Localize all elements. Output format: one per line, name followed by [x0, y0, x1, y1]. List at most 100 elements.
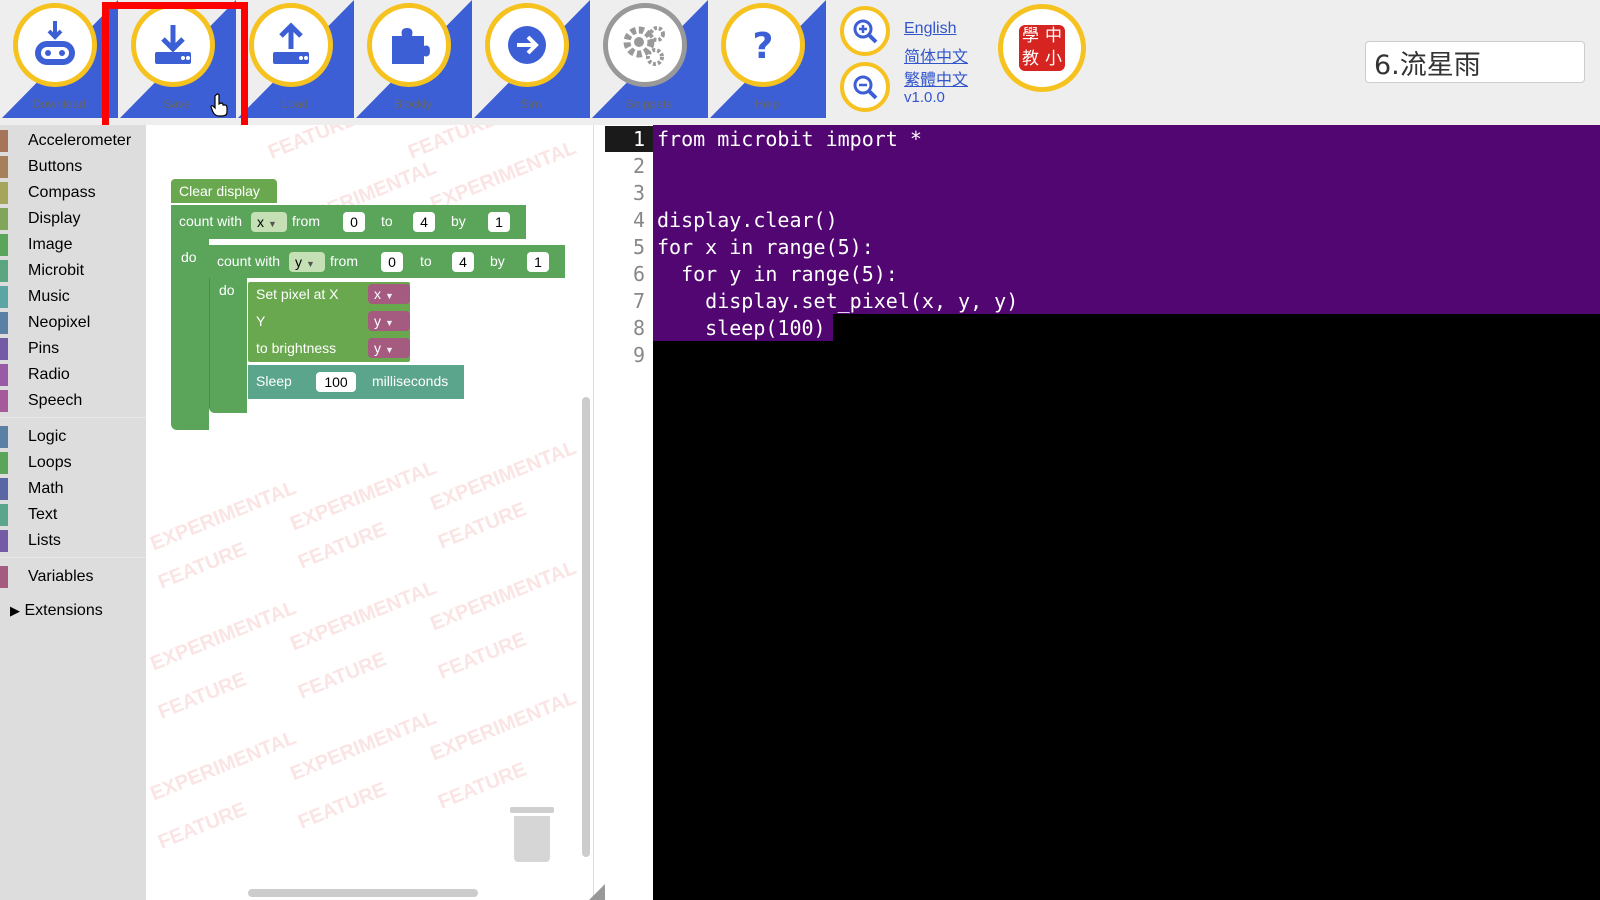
category-loops[interactable]: Loops: [0, 450, 146, 476]
blockly-button[interactable]: Blockly: [354, 0, 472, 125]
sleep-block[interactable]: Sleep 100 milliseconds: [248, 365, 464, 399]
chevron-down-icon: ▼: [306, 259, 315, 269]
line-number: 4: [632, 208, 645, 232]
help-button[interactable]: ? Help: [708, 0, 826, 125]
category-text[interactable]: Text: [0, 502, 146, 528]
project-name-input[interactable]: [1365, 41, 1585, 83]
outer-count-loop-block[interactable]: count with x ▼ from 0 to 4 by 1: [171, 205, 526, 239]
lang-english-link[interactable]: English: [904, 20, 956, 38]
inner-count-loop-block[interactable]: count with y ▼ from 0 to 4 by 1: [209, 245, 565, 278]
snippets-button[interactable]: Snippets: [590, 0, 708, 125]
watermark-text: EXPERIMENTAL: [287, 456, 440, 536]
line-number: 1: [605, 126, 653, 152]
workspace-horizontal-scrollbar[interactable]: [248, 889, 478, 897]
watermark-text: EXPERIMENTAL: [147, 476, 300, 556]
watermark-text: FEATURE: [155, 538, 250, 594]
sim-label: Sim: [520, 97, 542, 111]
line-number-gutter: 1 2 3 4 5 6 7 8 9: [605, 125, 653, 900]
expand-triangle-icon: ▶: [10, 603, 20, 618]
zoom-in-button[interactable]: [840, 6, 890, 56]
clear-display-block[interactable]: Clear display: [171, 179, 277, 203]
to-value-field[interactable]: 4: [452, 252, 474, 272]
download-button[interactable]: Download: [0, 0, 118, 125]
category-pins[interactable]: Pins: [0, 336, 146, 362]
watermark-text: EXPERIMENTAL: [287, 576, 440, 656]
chevron-down-icon: ▼: [268, 219, 277, 229]
chevron-down-icon: ▼: [385, 318, 394, 328]
loop-variable-dropdown[interactable]: y ▼: [289, 252, 325, 272]
watermark-text: FEATURE: [435, 628, 530, 684]
gears-icon: [603, 3, 687, 87]
code-line: sleep(100): [657, 316, 826, 340]
download-label: Download: [32, 97, 86, 111]
watermark-text: FEATURE: [405, 125, 500, 164]
lang-simplified-chinese-link[interactable]: 简体中文: [904, 43, 968, 67]
hand-cursor-icon: [210, 93, 228, 117]
trash-can-icon[interactable]: [510, 807, 554, 862]
category-neopixel[interactable]: Neopixel: [0, 310, 146, 336]
pixel-brightness-variable[interactable]: y ▼: [368, 338, 410, 358]
download-device-icon: [13, 3, 97, 87]
category-logic[interactable]: Logic: [0, 424, 146, 450]
code-line: from microbit import *: [657, 127, 922, 151]
watermark-text: EXPERIMENTAL: [427, 556, 580, 636]
watermark-text: EXPERIMENTAL: [287, 706, 440, 786]
pixel-x-variable[interactable]: x ▼: [368, 284, 410, 304]
line-number: 3: [632, 181, 645, 205]
category-microbit[interactable]: Microbit: [0, 258, 146, 284]
watermark-text: FEATURE: [295, 778, 390, 834]
category-speech[interactable]: Speech: [0, 388, 146, 414]
save-download-icon: [131, 3, 215, 87]
code-editor[interactable]: from microbit import * display.clear() f…: [653, 125, 1600, 900]
from-value-field[interactable]: 0: [343, 212, 365, 232]
to-value-field[interactable]: 4: [413, 212, 435, 232]
resize-handle-icon[interactable]: [589, 884, 605, 900]
set-pixel-block[interactable]: Set pixel at X Y to brightness x ▼ y ▼ y ▼: [248, 282, 410, 362]
category-math[interactable]: Math: [0, 476, 146, 502]
loop-variable-dropdown[interactable]: x ▼: [251, 212, 287, 232]
load-button[interactable]: Load: [236, 0, 354, 125]
category-separator: [0, 417, 146, 418]
sleep-duration-field[interactable]: 100: [316, 372, 356, 392]
category-radio[interactable]: Radio: [0, 362, 146, 388]
category-music[interactable]: Music: [0, 284, 146, 310]
toolbar: Download Save Load Blockly Sim Snippets …: [0, 0, 1600, 125]
pixel-y-variable[interactable]: y ▼: [368, 311, 410, 331]
category-sidebar: Accelerometer Buttons Compass Display Im…: [0, 125, 146, 900]
watermark-text: FEATURE: [435, 498, 530, 554]
watermark-text: FEATURE: [295, 518, 390, 574]
category-separator: [0, 557, 146, 558]
category-extensions[interactable]: ▶ Extensions: [0, 598, 146, 624]
by-value-field[interactable]: 1: [488, 212, 510, 232]
watermark-text: FEATURE: [265, 125, 360, 164]
category-buttons[interactable]: Buttons: [0, 154, 146, 180]
help-label: Help: [754, 97, 780, 111]
zoom-out-icon: [853, 75, 878, 100]
category-accelerometer[interactable]: Accelerometer: [0, 128, 146, 154]
snippets-label: Snippets: [625, 97, 673, 111]
category-variables[interactable]: Variables: [0, 564, 146, 590]
category-display[interactable]: Display: [0, 206, 146, 232]
zoom-out-button[interactable]: [840, 62, 890, 112]
by-value-field[interactable]: 1: [527, 252, 549, 272]
sim-button[interactable]: Sim: [472, 0, 590, 125]
code-line: for y in range(5):: [657, 262, 898, 286]
from-value-field[interactable]: 0: [381, 252, 403, 272]
lang-traditional-chinese-link[interactable]: 繁體中文: [904, 66, 968, 90]
version-label: v1.0.0: [904, 89, 945, 106]
svg-text:?: ?: [753, 26, 774, 67]
category-compass[interactable]: Compass: [0, 180, 146, 206]
workspace-vertical-scrollbar[interactable]: [582, 397, 590, 857]
category-lists[interactable]: Lists: [0, 528, 146, 554]
logo: 學中教小: [998, 4, 1086, 92]
blockly-label: Blockly: [393, 97, 432, 111]
save-button[interactable]: Save: [118, 0, 236, 125]
line-number: 8: [632, 316, 645, 340]
watermark-text: FEATURE: [155, 798, 250, 854]
blockly-workspace[interactable]: FEATURE FEATURE EXPERIMENTAL EXPERIMENTA…: [146, 125, 594, 900]
load-upload-icon: [249, 3, 333, 87]
watermark-text: EXPERIMENTAL: [147, 596, 300, 676]
load-label: Load: [281, 97, 309, 111]
inner-do-label: do: [219, 282, 235, 298]
category-image[interactable]: Image: [0, 232, 146, 258]
